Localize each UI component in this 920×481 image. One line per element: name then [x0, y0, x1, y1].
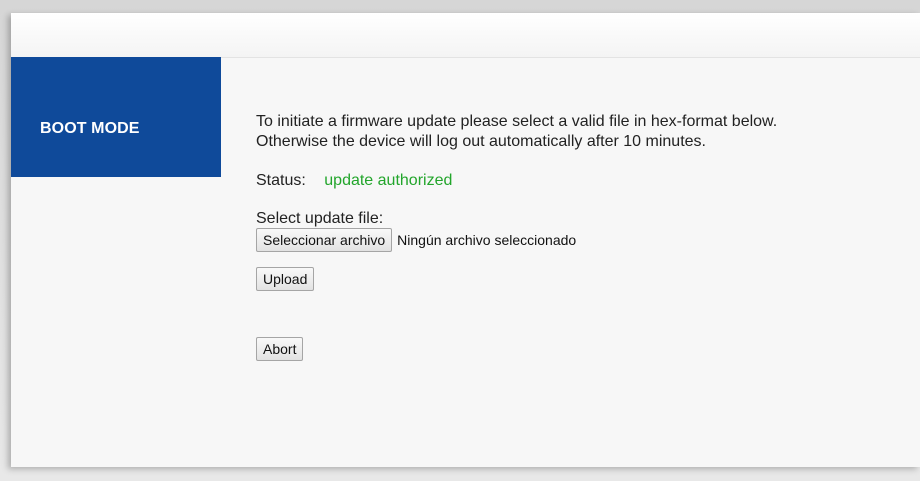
choose-file-button[interactable]: Seleccionar archivo	[256, 228, 393, 252]
status-row: Status: update authorized	[256, 172, 916, 190]
abort-button[interactable]: Abort	[256, 337, 304, 361]
file-input-row: Seleccionar archivo Ningún archivo selec…	[256, 228, 916, 252]
intro-text: To initiate a firmware update please sel…	[256, 112, 916, 152]
intro-line-2: Otherwise the device will log out automa…	[256, 133, 706, 150]
upload-row: Upload	[256, 267, 916, 291]
main-content: To initiate a firmware update please sel…	[256, 112, 916, 361]
status-value: update authorized	[324, 172, 453, 189]
boot-page-window: BOOT MODE To initiate a firmware update …	[11, 13, 920, 467]
sidebar-panel: BOOT MODE	[11, 57, 221, 177]
top-header-bar	[11, 13, 920, 58]
upload-button[interactable]: Upload	[256, 267, 315, 291]
select-file-label: Select update file:	[256, 210, 384, 227]
sidebar-title: BOOT MODE	[40, 120, 140, 137]
abort-row: Abort	[256, 337, 916, 361]
intro-line-1: To initiate a firmware update please sel…	[256, 113, 778, 130]
status-label: Status:	[256, 172, 306, 189]
file-status-text: Ningún archivo seleccionado	[397, 232, 577, 248]
